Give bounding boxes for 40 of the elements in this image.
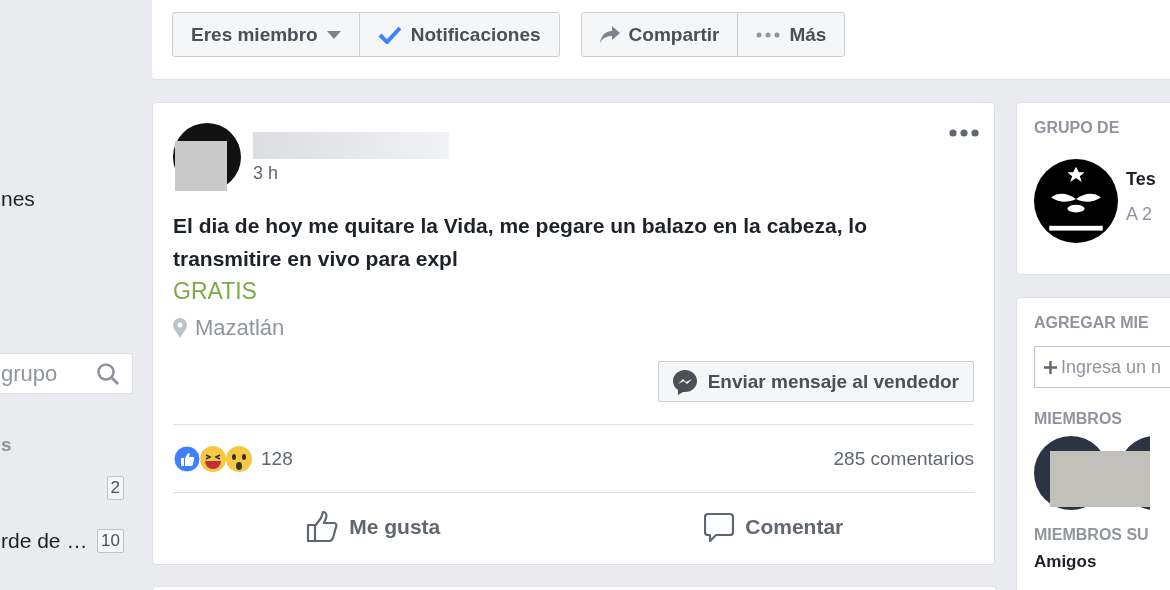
more-options-icon[interactable] [949,129,979,137]
section-heading: MIEMBROS [1034,410,1123,428]
search-placeholder: grupo [1,360,58,387]
obscured-member-avatars-drawing[interactable] [1034,436,1150,510]
post-text: El dia de hoy me quitare la Vida, me pegare un balazo en la cabeza, lo transmitire en vivo para expl [173,213,868,272]
section-heading: AGREGAR MIE [1034,314,1150,332]
speech-bubble-icon [704,511,735,542]
plus-icon [1044,360,1057,374]
reaction-count[interactable]: 128 [261,447,293,470]
price-label: GRATIS [173,278,258,305]
caret-icon [326,30,341,39]
group-logo[interactable] [1034,159,1118,243]
group-name[interactable]: Tes [1126,169,1156,190]
like-button[interactable]: Me gusta [173,493,574,560]
group-subtitle: A 2 [1126,204,1154,225]
message-seller-button[interactable]: Enviar mensaje al vendedor [657,361,974,402]
location-text: Mazatlán [195,315,285,341]
thumbs-up-icon [306,510,339,543]
comment-button[interactable]: Comentar [573,493,974,560]
sidebar-item[interactable]: nes [0,0,152,212]
section-heading: MIEMBROS SU [1034,526,1150,544]
group-link[interactable]: rde de … [1,529,88,553]
section-heading: GRUPO DE [1034,119,1121,137]
comment-count[interactable]: 285 comentarios [833,447,974,470]
location-pin-icon [173,318,187,338]
search-icon [96,361,120,386]
messenger-icon [671,368,698,395]
dots-icon [756,31,781,38]
post-time[interactable]: 3 h [253,163,449,184]
count-badge: 2 [106,476,124,500]
reaction-icons[interactable] [173,444,253,473]
membership-dropdown[interactable]: Eres miembro [173,13,359,56]
share-arrow-icon [599,26,620,43]
group-action-button[interactable]: Compartir [581,13,738,56]
section-heading: s [1,434,13,456]
check-icon [377,25,402,44]
group-action-button[interactable]: Más [737,13,845,56]
group-action-button[interactable]: Notificaciones [358,13,559,56]
suggestion-label: Amigos [1034,552,1098,572]
count-badge: 10 [97,529,124,553]
